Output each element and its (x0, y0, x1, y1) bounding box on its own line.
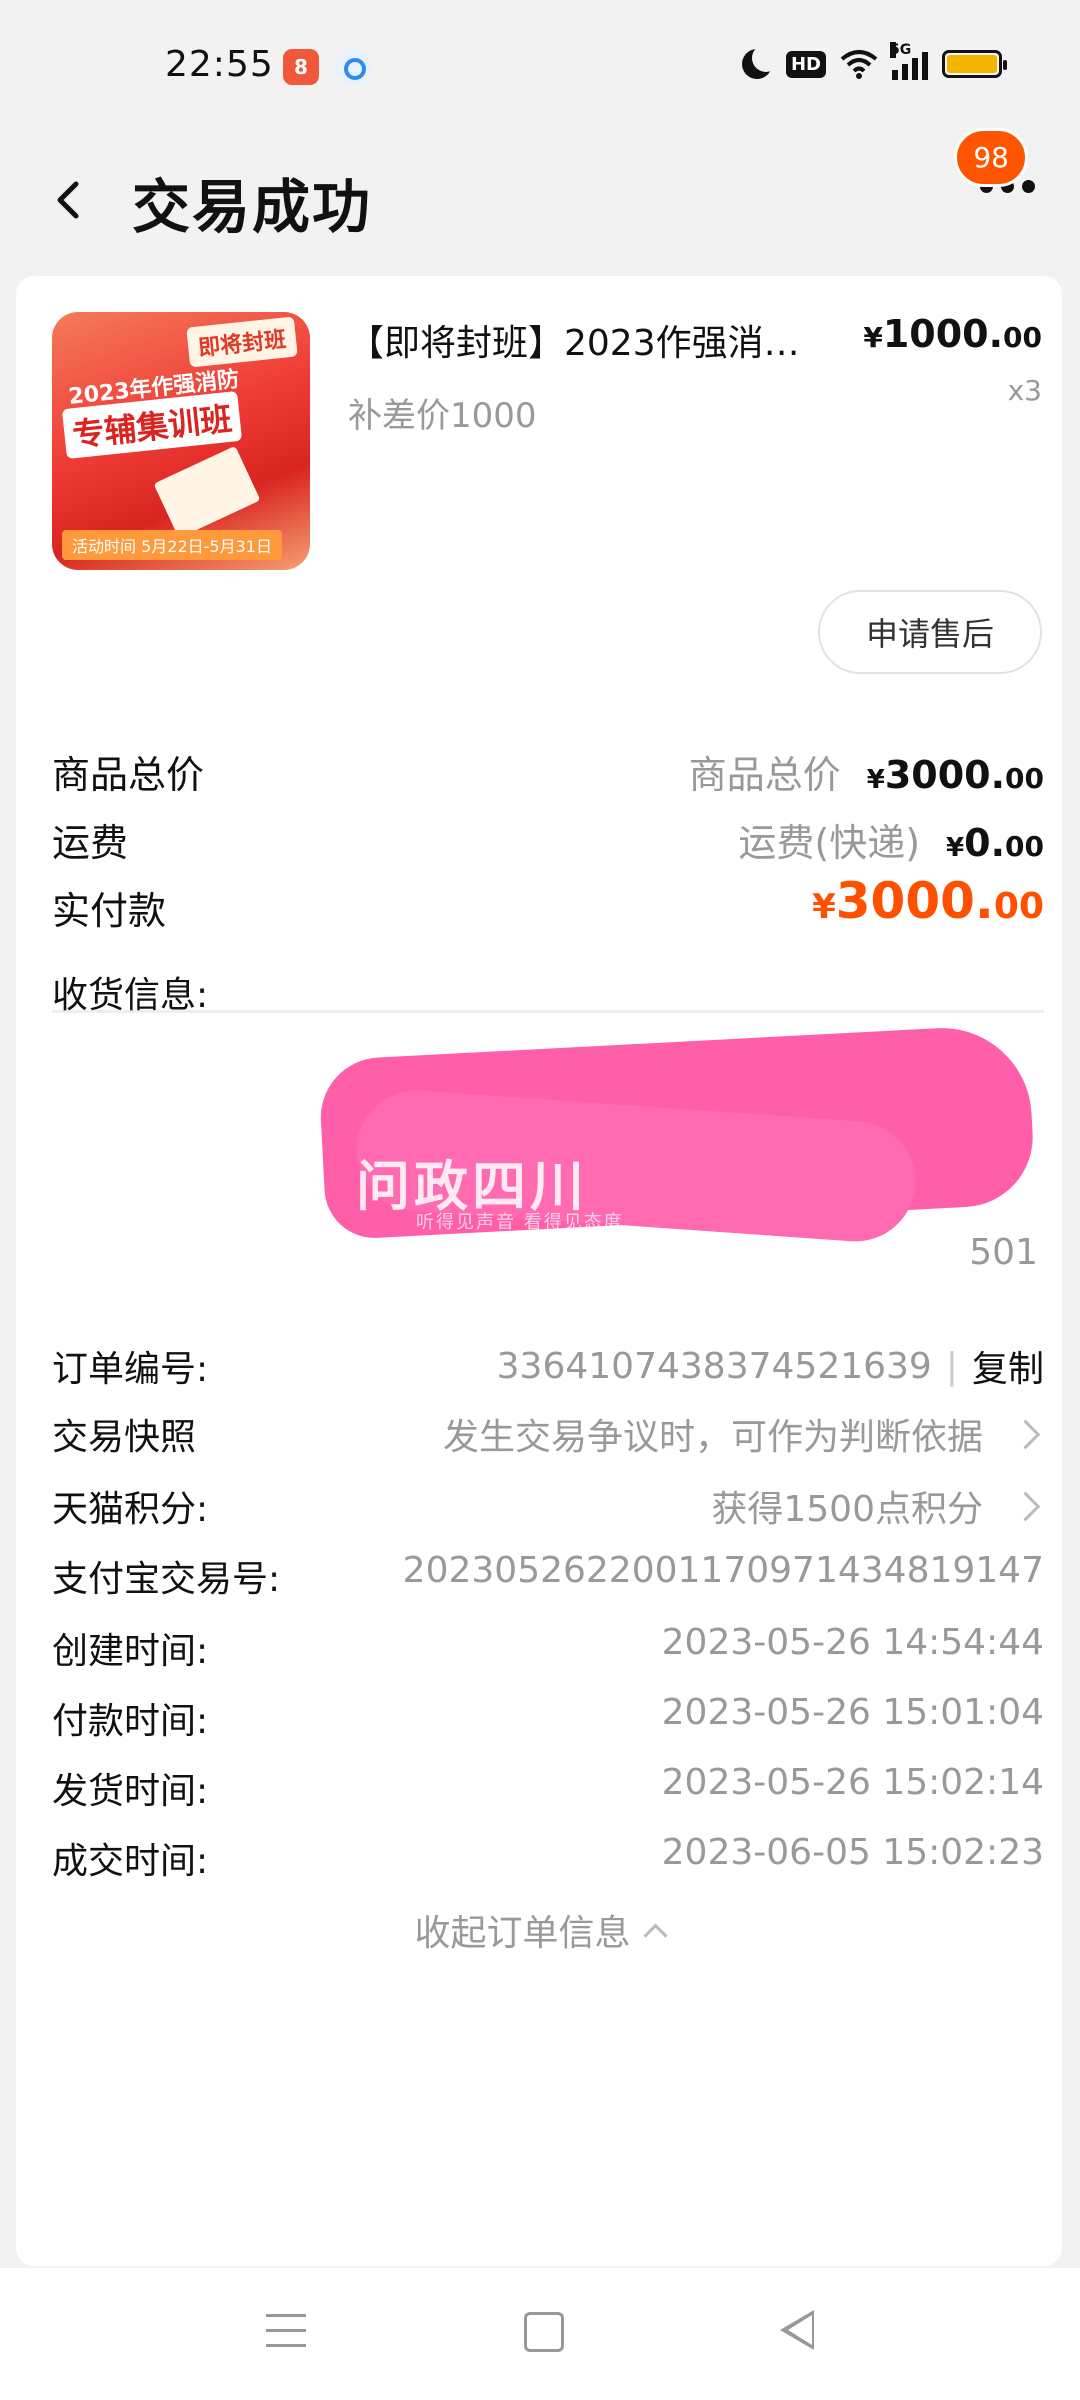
wifi-icon (840, 50, 878, 79)
browser-notification-icon (335, 49, 371, 85)
status-time: 22:55 (165, 44, 274, 85)
app-notification-icon: 8 (283, 49, 319, 85)
message-badge[interactable]: 98 (954, 128, 1028, 187)
chevron-right-icon (1010, 1419, 1041, 1449)
product-price: ¥1000.00 (863, 312, 1042, 356)
page-title: 交易成功 (132, 173, 373, 241)
product-name[interactable]: 【即将封班】2023作强消… (348, 314, 800, 366)
order-number: 3364107438374521639 (496, 1345, 932, 1387)
order-card: 即将封班 2023年作强消防 专辅集训班 活动时间 5月22日-5月31日 【即… (16, 276, 1062, 2266)
product-sku: 补差价1000 (348, 396, 537, 436)
shipping-value: ¥0.00 (946, 821, 1044, 865)
chevron-up-icon (642, 1922, 668, 1948)
home-icon[interactable] (524, 2312, 564, 2352)
total-price-value: ¥3000.00 (866, 753, 1044, 797)
status-icons: HD 5G (741, 42, 1007, 80)
hd-icon: HD (785, 50, 826, 78)
paid-value: ¥3000.00 (812, 872, 1044, 930)
system-nav-bar (0, 2268, 1080, 2400)
collapse-order-info-button[interactable]: 收起订单信息 (16, 1904, 1062, 1956)
watermark-subtitle: 听得见声音 看得见态度 (416, 1212, 624, 1233)
do-not-disturb-icon (741, 44, 780, 79)
after-sale-button[interactable]: 申请售后 (818, 590, 1042, 674)
copy-button[interactable]: 复制 (972, 1340, 1044, 1392)
address-tail: 501 (969, 1232, 1038, 1273)
back-icon[interactable] (780, 2310, 814, 2350)
status-bar: 22:55 8 HD 5G (0, 0, 1080, 130)
back-arrow-icon[interactable] (40, 170, 100, 230)
battery-icon (942, 50, 1007, 78)
signal-icon: 5G (890, 42, 928, 80)
product-thumbnail[interactable]: 即将封班 2023年作强消防 专辅集训班 活动时间 5月22日-5月31日 (52, 312, 310, 570)
chevron-right-icon (1010, 1491, 1041, 1521)
product-quantity: x3 (1007, 374, 1042, 407)
menu-icon[interactable] (266, 2314, 306, 2348)
page-header: 交易成功 98 (0, 128, 1080, 270)
